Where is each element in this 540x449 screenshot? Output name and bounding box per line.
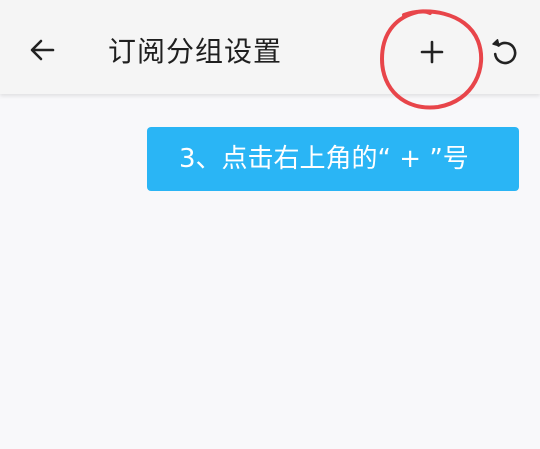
refresh-button[interactable] (485, 32, 525, 72)
app-bar: 订阅分组设置 (0, 0, 540, 94)
screen: 订阅分组设置 3、点击右上角的“ + ”号 (0, 0, 540, 449)
instruction-tooltip: 3、点击右上角的“ + ”号 (147, 127, 519, 191)
page-title: 订阅分组设置 (108, 35, 283, 68)
refresh-icon (492, 39, 517, 65)
add-button[interactable] (412, 32, 452, 72)
back-button[interactable] (22, 30, 62, 70)
plus-icon (420, 40, 444, 64)
arrow-left-icon (30, 39, 55, 61)
